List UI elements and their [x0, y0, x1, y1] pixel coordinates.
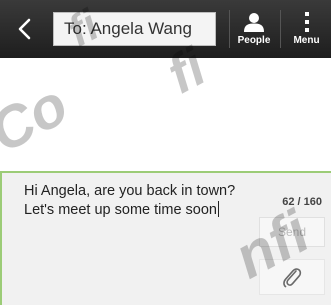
recipient-field[interactable]: To: Angela Wang [53, 12, 216, 46]
divider [229, 10, 230, 48]
paperclip-icon [283, 268, 302, 288]
people-label: People [237, 35, 271, 46]
message-thread [0, 58, 331, 171]
chevron-left-icon [18, 18, 31, 40]
recipient-text: To: Angela Wang [64, 19, 192, 38]
message-line-1: Hi Angela, are you back in town? [24, 183, 236, 199]
character-counter: 62 / 160 [282, 196, 322, 208]
menu-label: Menu [293, 35, 320, 46]
message-line-2: Let's meet up some time soon [24, 201, 219, 218]
back-button[interactable] [0, 0, 48, 58]
attach-button[interactable] [259, 259, 325, 295]
compose-area: Hi Angela, are you back in town? Let's m… [0, 171, 331, 305]
send-label: Send [277, 225, 307, 239]
message-input[interactable]: Hi Angela, are you back in town? Let's m… [24, 182, 264, 220]
person-icon [244, 13, 264, 32]
people-button[interactable]: People [231, 0, 277, 58]
send-button[interactable]: Send [259, 217, 325, 247]
divider [280, 10, 281, 48]
action-bar: To: Angela Wang People Menu [0, 0, 331, 58]
overflow-menu-icon [304, 12, 309, 32]
menu-button[interactable]: Menu [282, 0, 331, 58]
text-cursor [217, 201, 219, 217]
